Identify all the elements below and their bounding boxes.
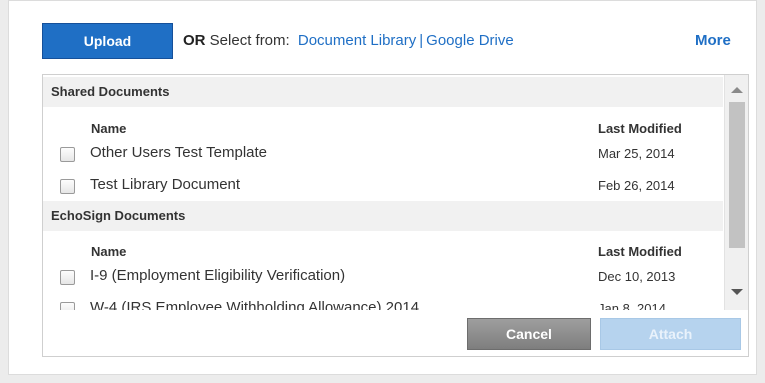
- document-checkbox[interactable]: [60, 302, 75, 310]
- document-date: Mar 25, 2014: [598, 146, 675, 161]
- or-label: OR: [183, 32, 206, 49]
- document-date: Dec 10, 2013: [598, 269, 676, 284]
- column-header-name: Name: [91, 244, 127, 259]
- document-picker-dialog: Upload OR Select from: Document Library |…: [8, 0, 757, 375]
- section-header-shared: Shared Documents: [43, 77, 723, 107]
- link-separator: |: [419, 32, 424, 49]
- document-library-link[interactable]: Document Library: [298, 32, 416, 49]
- column-header-last-modified: Last Modified: [598, 244, 682, 259]
- list-item[interactable]: W-4 (IRS Employee Withholding Allowance)…: [43, 298, 723, 310]
- document-name: Other Users Test Template: [90, 144, 268, 161]
- upload-button[interactable]: Upload: [42, 23, 173, 59]
- google-drive-link[interactable]: Google Drive: [426, 32, 514, 49]
- scroll-down-arrow-icon[interactable]: [731, 289, 743, 295]
- list-item[interactable]: I-9 (Employment Eligibility Verification…: [43, 266, 723, 290]
- documents-panel: Shared Documents Name Last Modified Othe…: [42, 74, 749, 357]
- column-header-last-modified: Last Modified: [598, 121, 682, 136]
- select-from-label: Select from:: [205, 32, 290, 49]
- document-checkbox[interactable]: [60, 147, 75, 162]
- document-name: W-4 (IRS Employee Withholding Allowance)…: [90, 299, 420, 310]
- document-checkbox[interactable]: [60, 270, 75, 285]
- section-header-echosign: EchoSign Documents: [43, 201, 723, 231]
- select-from-row: OR Select from: Document Library | Google …: [183, 32, 514, 49]
- more-link[interactable]: More: [695, 32, 731, 49]
- document-checkbox[interactable]: [60, 179, 75, 194]
- attach-button[interactable]: Attach: [600, 318, 741, 350]
- document-name: I-9 (Employment Eligibility Verification…: [90, 267, 346, 284]
- list-item[interactable]: Other Users Test Template Mar 25, 2014: [43, 143, 723, 167]
- scrollbar-thumb[interactable]: [729, 102, 745, 248]
- cancel-button[interactable]: Cancel: [467, 318, 591, 350]
- documents-list: Shared Documents Name Last Modified Othe…: [43, 75, 723, 310]
- document-date: Jan 8, 2014: [598, 301, 666, 310]
- scroll-up-arrow-icon[interactable]: [731, 87, 743, 93]
- column-header-name: Name: [91, 121, 127, 136]
- document-name: Test Library Document: [90, 176, 241, 193]
- list-item[interactable]: Test Library Document Feb 26, 2014: [43, 175, 723, 199]
- document-date: Feb 26, 2014: [598, 178, 675, 193]
- list-scrollbar[interactable]: [724, 75, 748, 310]
